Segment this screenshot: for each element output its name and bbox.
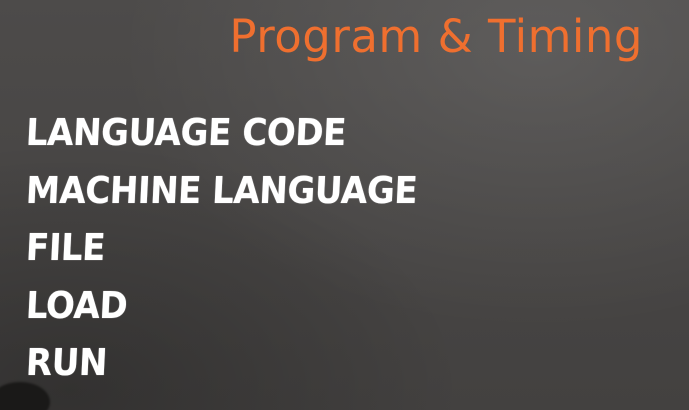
list-item-run: RUN — [24, 341, 109, 384]
slide-bullet-list: LANGUAGE CODE MACHINE LANGUAGE FILE LOAD… — [24, 104, 451, 392]
list-item-file: FILE — [24, 226, 107, 269]
presentation-slide: Program & Timing LANGUAGE CODE MACHINE L… — [0, 0, 689, 410]
list-item-language-code: LANGUAGE CODE — [24, 111, 347, 154]
slide-title: Program & Timing — [229, 10, 643, 63]
list-item-load: LOAD — [24, 283, 129, 327]
list-item-machine-language: MACHINE LANGUAGE — [24, 168, 419, 212]
